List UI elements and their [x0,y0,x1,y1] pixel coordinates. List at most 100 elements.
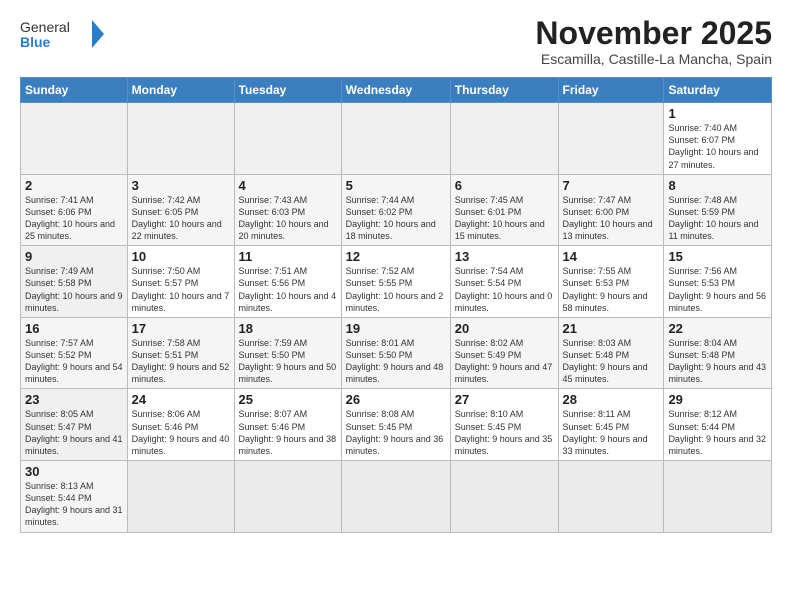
day-number: 20 [455,321,554,336]
day-info: Sunrise: 7:48 AM Sunset: 5:59 PM Dayligh… [668,194,767,243]
day-info: Sunrise: 7:43 AM Sunset: 6:03 PM Dayligh… [239,194,337,243]
day-number: 8 [668,178,767,193]
calendar-cell: 7Sunrise: 7:47 AM Sunset: 6:00 PM Daylig… [558,174,664,246]
day-info: Sunrise: 7:59 AM Sunset: 5:50 PM Dayligh… [239,337,337,386]
calendar-cell: 19Sunrise: 8:01 AM Sunset: 5:50 PM Dayli… [341,317,450,389]
calendar-cell: 9Sunrise: 7:49 AM Sunset: 5:58 PM Daylig… [21,246,128,318]
day-info: Sunrise: 7:57 AM Sunset: 5:52 PM Dayligh… [25,337,123,386]
day-number: 21 [563,321,660,336]
calendar-week-3: 9Sunrise: 7:49 AM Sunset: 5:58 PM Daylig… [21,246,772,318]
calendar-cell: 5Sunrise: 7:44 AM Sunset: 6:02 PM Daylig… [341,174,450,246]
title-block: November 2025 Escamilla, Castille-La Man… [535,16,772,67]
day-info: Sunrise: 7:45 AM Sunset: 6:01 PM Dayligh… [455,194,554,243]
calendar-cell: 14Sunrise: 7:55 AM Sunset: 5:53 PM Dayli… [558,246,664,318]
day-number: 18 [239,321,337,336]
day-info: Sunrise: 8:03 AM Sunset: 5:48 PM Dayligh… [563,337,660,386]
day-number: 1 [668,106,767,121]
svg-text:General: General [20,19,70,35]
day-info: Sunrise: 8:01 AM Sunset: 5:50 PM Dayligh… [346,337,446,386]
day-number: 10 [132,249,230,264]
day-number: 23 [25,392,123,407]
calendar-cell: 4Sunrise: 7:43 AM Sunset: 6:03 PM Daylig… [234,174,341,246]
day-number: 5 [346,178,446,193]
day-info: Sunrise: 8:12 AM Sunset: 5:44 PM Dayligh… [668,408,767,457]
day-number: 13 [455,249,554,264]
calendar-cell: 2Sunrise: 7:41 AM Sunset: 6:06 PM Daylig… [21,174,128,246]
day-number: 25 [239,392,337,407]
day-number: 17 [132,321,230,336]
calendar-week-6: 30Sunrise: 8:13 AM Sunset: 5:44 PM Dayli… [21,461,772,533]
calendar-cell [450,461,558,533]
day-number: 26 [346,392,446,407]
calendar-week-5: 23Sunrise: 8:05 AM Sunset: 5:47 PM Dayli… [21,389,772,461]
day-number: 3 [132,178,230,193]
calendar-cell: 26Sunrise: 8:08 AM Sunset: 5:45 PM Dayli… [341,389,450,461]
day-info: Sunrise: 7:55 AM Sunset: 5:53 PM Dayligh… [563,265,660,314]
day-number: 14 [563,249,660,264]
day-info: Sunrise: 7:51 AM Sunset: 5:56 PM Dayligh… [239,265,337,314]
calendar-cell [127,461,234,533]
day-number: 19 [346,321,446,336]
day-info: Sunrise: 8:11 AM Sunset: 5:45 PM Dayligh… [563,408,660,457]
calendar-cell: 20Sunrise: 8:02 AM Sunset: 5:49 PM Dayli… [450,317,558,389]
day-info: Sunrise: 7:58 AM Sunset: 5:51 PM Dayligh… [132,337,230,386]
location: Escamilla, Castille-La Mancha, Spain [535,51,772,67]
calendar-header-thursday: Thursday [450,78,558,103]
day-number: 9 [25,249,123,264]
calendar-cell: 13Sunrise: 7:54 AM Sunset: 5:54 PM Dayli… [450,246,558,318]
day-info: Sunrise: 8:07 AM Sunset: 5:46 PM Dayligh… [239,408,337,457]
calendar-cell: 22Sunrise: 8:04 AM Sunset: 5:48 PM Dayli… [664,317,772,389]
day-info: Sunrise: 7:50 AM Sunset: 5:57 PM Dayligh… [132,265,230,314]
calendar-cell: 3Sunrise: 7:42 AM Sunset: 6:05 PM Daylig… [127,174,234,246]
calendar-cell: 21Sunrise: 8:03 AM Sunset: 5:48 PM Dayli… [558,317,664,389]
day-info: Sunrise: 7:47 AM Sunset: 6:00 PM Dayligh… [563,194,660,243]
calendar-cell [450,103,558,175]
logo-svg: GeneralBlue [20,16,110,52]
day-number: 4 [239,178,337,193]
day-number: 30 [25,464,123,479]
calendar-header-row: SundayMondayTuesdayWednesdayThursdayFrid… [21,78,772,103]
day-number: 29 [668,392,767,407]
calendar-cell: 27Sunrise: 8:10 AM Sunset: 5:45 PM Dayli… [450,389,558,461]
day-info: Sunrise: 8:06 AM Sunset: 5:46 PM Dayligh… [132,408,230,457]
day-number: 24 [132,392,230,407]
calendar-cell: 12Sunrise: 7:52 AM Sunset: 5:55 PM Dayli… [341,246,450,318]
day-info: Sunrise: 8:13 AM Sunset: 5:44 PM Dayligh… [25,480,123,529]
calendar-cell: 10Sunrise: 7:50 AM Sunset: 5:57 PM Dayli… [127,246,234,318]
day-number: 22 [668,321,767,336]
calendar-cell: 8Sunrise: 7:48 AM Sunset: 5:59 PM Daylig… [664,174,772,246]
calendar-header-monday: Monday [127,78,234,103]
calendar-cell: 29Sunrise: 8:12 AM Sunset: 5:44 PM Dayli… [664,389,772,461]
calendar-cell: 24Sunrise: 8:06 AM Sunset: 5:46 PM Dayli… [127,389,234,461]
day-number: 11 [239,249,337,264]
calendar-cell: 28Sunrise: 8:11 AM Sunset: 5:45 PM Dayli… [558,389,664,461]
calendar-week-2: 2Sunrise: 7:41 AM Sunset: 6:06 PM Daylig… [21,174,772,246]
calendar-cell: 17Sunrise: 7:58 AM Sunset: 5:51 PM Dayli… [127,317,234,389]
day-info: Sunrise: 7:56 AM Sunset: 5:53 PM Dayligh… [668,265,767,314]
day-number: 15 [668,249,767,264]
header: GeneralBlue November 2025 Escamilla, Cas… [20,16,772,67]
day-number: 2 [25,178,123,193]
day-number: 12 [346,249,446,264]
logo: GeneralBlue [20,16,110,52]
calendar-header-tuesday: Tuesday [234,78,341,103]
calendar-week-1: 1Sunrise: 7:40 AM Sunset: 6:07 PM Daylig… [21,103,772,175]
day-info: Sunrise: 8:02 AM Sunset: 5:49 PM Dayligh… [455,337,554,386]
calendar-cell: 11Sunrise: 7:51 AM Sunset: 5:56 PM Dayli… [234,246,341,318]
calendar-cell: 15Sunrise: 7:56 AM Sunset: 5:53 PM Dayli… [664,246,772,318]
calendar-cell [558,103,664,175]
calendar-header-friday: Friday [558,78,664,103]
day-info: Sunrise: 8:04 AM Sunset: 5:48 PM Dayligh… [668,337,767,386]
calendar-cell [341,461,450,533]
month-title: November 2025 [535,16,772,51]
day-info: Sunrise: 8:05 AM Sunset: 5:47 PM Dayligh… [25,408,123,457]
calendar-cell: 25Sunrise: 8:07 AM Sunset: 5:46 PM Dayli… [234,389,341,461]
day-number: 16 [25,321,123,336]
calendar-header-saturday: Saturday [664,78,772,103]
calendar-cell [664,461,772,533]
calendar-cell [234,461,341,533]
calendar-header-wednesday: Wednesday [341,78,450,103]
calendar-cell: 18Sunrise: 7:59 AM Sunset: 5:50 PM Dayli… [234,317,341,389]
calendar-cell: 23Sunrise: 8:05 AM Sunset: 5:47 PM Dayli… [21,389,128,461]
day-info: Sunrise: 7:49 AM Sunset: 5:58 PM Dayligh… [25,265,123,314]
